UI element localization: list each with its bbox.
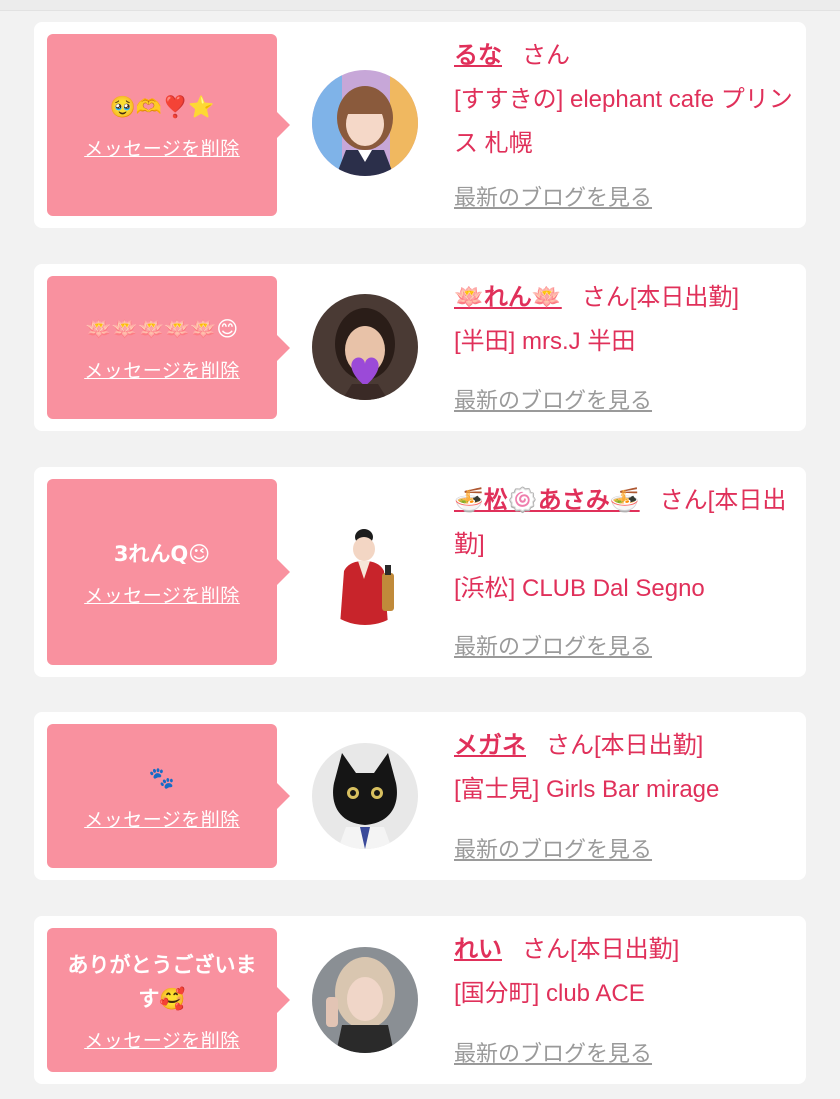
profile-avatar[interactable] <box>312 743 418 849</box>
message-text: 🐾 <box>148 765 176 790</box>
honorific: さん <box>581 284 630 311</box>
honorific: さん <box>522 42 570 69</box>
latest-blog-link[interactable]: 最新のブログを見る <box>454 383 652 415</box>
shop-name: [すすきの] elephant cafe プリンス 札幌 <box>454 86 793 157</box>
latest-blog-link[interactable]: 最新のブログを見る <box>454 180 652 212</box>
honorific: さん <box>546 732 594 759</box>
woman-heart-icon <box>312 294 418 400</box>
message-bubble: 3れんQ😉 メッセージを削除 <box>47 479 290 665</box>
profile-avatar[interactable] <box>312 294 418 400</box>
cast-name-link[interactable]: るな <box>454 42 502 69</box>
honorific: さん <box>522 936 570 963</box>
shop-name: [半田] mrs.J 半田 <box>454 328 636 355</box>
delete-message-link[interactable]: メッセージを削除 <box>84 1026 240 1053</box>
cast-name-line: メガネ さん[本日出勤] <box>454 724 796 768</box>
woman-selfie-icon <box>312 947 418 1053</box>
message-bubble: 🐾 メッセージを削除 <box>47 724 290 868</box>
delete-message-link[interactable]: メッセージを削除 <box>84 134 240 161</box>
shop-name: [富士見] Girls Bar mirage <box>454 776 720 803</box>
message-text: 🪷🪷🪷🪷🪷😊 <box>85 317 239 341</box>
cast-name-line: 🍜松🍥あさみ🍜 さん[本日出勤] <box>454 479 796 567</box>
cast-name-link[interactable]: 🍜松🍥あさみ🍜 <box>454 487 640 514</box>
latest-blog-link[interactable]: 最新のブログを見る <box>454 629 652 661</box>
top-divider <box>0 0 840 11</box>
shop-name: [国分町] club ACE <box>454 980 645 1007</box>
cast-name-link[interactable]: れい <box>454 936 502 963</box>
attendance-status: [本日出勤] <box>570 936 680 963</box>
message-card: 🐾 メッセージを削除 メガネ さん[本日出勤] [富士見] Girls Bar m… <box>34 712 806 880</box>
delete-message-link[interactable]: メッセージを削除 <box>84 356 240 383</box>
cast-name-link[interactable]: メガネ <box>454 732 526 759</box>
profile-avatar[interactable] <box>312 70 418 176</box>
message-card: 3れんQ😉 メッセージを削除 🍜松🍥あさみ🍜 さん[本日出勤] [浜松] CLUB… <box>34 467 806 677</box>
delete-message-link[interactable]: メッセージを削除 <box>84 581 240 608</box>
message-card: ありがとうございます🥰 メッセージを削除 れい さん[本日出勤] [国分町] cl… <box>34 916 806 1084</box>
kimono-woman-icon <box>312 519 418 625</box>
message-text: 3れんQ😉 <box>113 541 211 566</box>
cast-name-link[interactable]: 🪷れん🪷 <box>454 284 562 311</box>
profile-avatar[interactable] <box>312 947 418 1053</box>
delete-message-link[interactable]: メッセージを削除 <box>84 805 240 832</box>
message-text: ありがとうございます🥰 <box>67 952 257 1011</box>
shop-name: [浜松] CLUB Dal Segno <box>454 575 705 602</box>
attendance-status: [本日出勤] <box>629 284 740 311</box>
cast-name-line: るな さん <box>454 34 796 78</box>
black-cat-icon <box>312 743 418 849</box>
honorific: さん <box>659 487 708 514</box>
latest-blog-link[interactable]: 最新のブログを見る <box>454 1036 652 1068</box>
cast-name-line: れい さん[本日出勤] <box>454 928 796 972</box>
cast-name-line: 🪷れん🪷 さん[本日出勤] <box>454 276 796 320</box>
message-bubble: ありがとうございます🥰 メッセージを削除 <box>47 928 290 1072</box>
message-bubble: 🪷🪷🪷🪷🪷😊 メッセージを削除 <box>47 276 290 419</box>
message-card: 🪷🪷🪷🪷🪷😊 メッセージを削除 🪷れん🪷 さん[本日出勤] [半田] mrs.J … <box>34 264 806 431</box>
attendance-status: [本日出勤] <box>594 732 704 759</box>
latest-blog-link[interactable]: 最新のブログを見る <box>454 832 652 864</box>
message-card: 🥹🫶❣️⭐ メッセージを削除 るな さん [すすきの] elephant cafe… <box>34 22 806 228</box>
profile-avatar[interactable] <box>312 519 418 625</box>
message-text: 🥹🫶❣️⭐ <box>109 94 215 119</box>
message-bubble: 🥹🫶❣️⭐ メッセージを削除 <box>47 34 290 216</box>
girl-portrait-icon <box>312 70 418 176</box>
